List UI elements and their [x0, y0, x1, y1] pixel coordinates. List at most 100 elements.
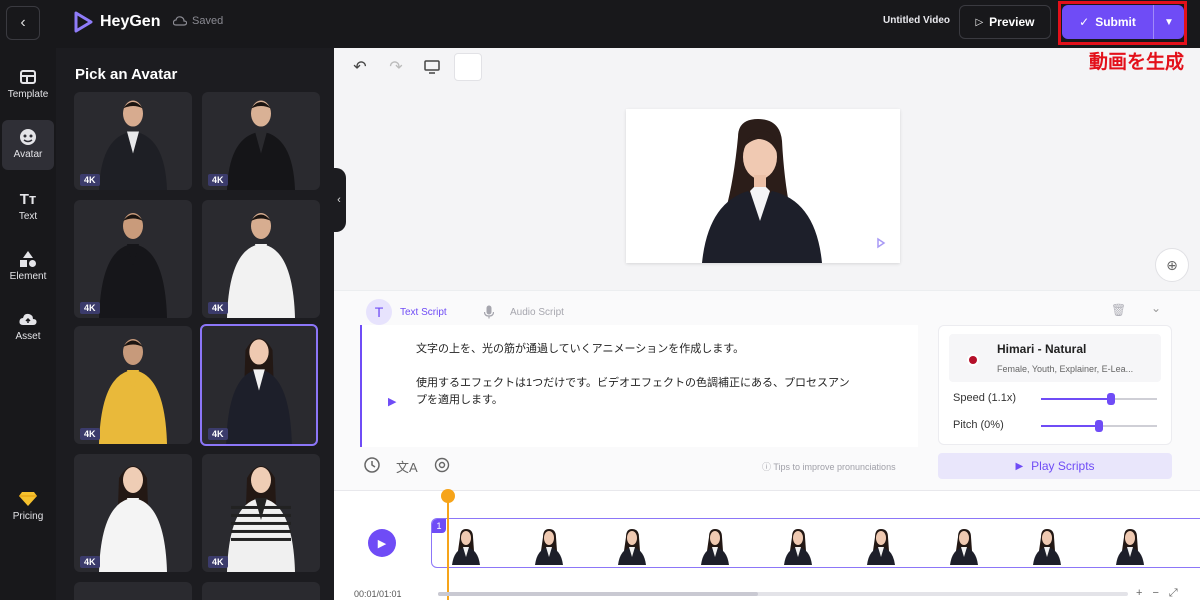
check-icon: ✓ — [1079, 15, 1090, 29]
avatar-tile[interactable]: 4K — [202, 454, 320, 572]
pitch-slider-fill — [1041, 425, 1099, 427]
template-icon — [19, 68, 37, 86]
timecode: 00:01/01:01 — [354, 589, 402, 599]
speed-slider-knob[interactable] — [1106, 393, 1115, 405]
avatar-tile[interactable] — [202, 582, 320, 600]
tab-text-script[interactable]: T Text Script — [366, 299, 447, 325]
top-bar: ‹ HeyGen Saved Untitled Video ▷ Preview … — [0, 0, 1200, 48]
saved-status: Saved — [173, 15, 223, 27]
playhead-handle[interactable] — [441, 489, 455, 503]
timeline-thumbnail — [1027, 525, 1067, 565]
fit-icon[interactable]: ⤢ — [1169, 587, 1178, 600]
background-color-button[interactable] — [454, 53, 482, 81]
cloud-icon — [173, 16, 187, 26]
collapse-panel-button[interactable]: ‹ — [332, 168, 346, 232]
redo-button[interactable]: ↷ — [382, 53, 410, 81]
voice-selector[interactable]: Himari - Natural Female, Youth, Explaine… — [949, 334, 1161, 382]
rail-label: Pricing — [12, 511, 44, 522]
rail-item-avatar[interactable]: Avatar — [2, 120, 54, 170]
script-editor[interactable]: 文字の上を、光の筋が通過していくアニメーションを作成します。 使用するエフェクト… — [360, 325, 944, 447]
element-icon — [19, 250, 37, 268]
annotation-label: 動画を生成 — [1089, 51, 1185, 73]
submit-main[interactable]: ✓ Submit — [1062, 5, 1154, 39]
diamond-icon — [19, 490, 37, 508]
left-rail: Template Avatar Tт Text Element Asset Pr… — [0, 48, 56, 600]
rail-item-element[interactable]: Element — [0, 250, 56, 282]
speed-slider[interactable] — [1041, 393, 1157, 405]
rail-item-asset[interactable]: Asset — [0, 310, 56, 342]
timeline-play-button[interactable]: ▶ — [368, 529, 396, 557]
preview-button[interactable]: ▷ Preview — [959, 5, 1051, 39]
undo-icon: ↶ — [353, 59, 367, 76]
tab-audio-script[interactable]: Audio Script — [476, 299, 564, 325]
resolution-badge: 4K — [208, 556, 228, 568]
clip-number: 1 — [432, 519, 446, 533]
zoom-in-icon: ⊕ — [1166, 256, 1178, 273]
submit-dropdown[interactable]: ▼ — [1154, 5, 1184, 39]
avatar-tile[interactable]: 4K — [200, 324, 318, 446]
video-canvas[interactable] — [626, 109, 900, 263]
openai-icon[interactable] — [434, 457, 450, 476]
monitor-icon — [424, 60, 440, 74]
avatar-tile[interactable] — [74, 582, 192, 600]
undo-button[interactable]: ↶ — [346, 53, 374, 81]
resolution-badge: 4K — [208, 428, 228, 440]
voice-name: Himari - Natural — [997, 342, 1087, 356]
rail-item-template[interactable]: Template — [0, 68, 56, 100]
text-icon: Tт — [19, 190, 37, 208]
saved-label: Saved — [192, 15, 224, 27]
avatar-tile[interactable]: 4K — [202, 92, 320, 190]
submit-button[interactable]: ✓ Submit ▼ — [1062, 5, 1184, 39]
speed-label: Speed (1.1x) — [953, 392, 1016, 404]
aspect-ratio-button[interactable] — [418, 53, 446, 81]
logo: HeyGen — [72, 10, 160, 34]
submit-label: Submit — [1095, 15, 1136, 29]
rail-label: Avatar — [13, 149, 43, 160]
resolution-badge: 4K — [80, 556, 100, 568]
avatar-tile[interactable]: 4K — [74, 200, 192, 318]
tab-label: Text Script — [400, 306, 447, 318]
play-scripts-button[interactable]: ▶ Play Scripts — [938, 453, 1172, 479]
rail-label: Text — [18, 211, 38, 222]
rail-label: Template — [7, 89, 49, 100]
plus-icon[interactable]: + — [1136, 587, 1142, 600]
clock-icon[interactable] — [364, 457, 380, 476]
avatar-tile[interactable]: 4K — [74, 326, 192, 444]
voice-description: Female, Youth, Explainer, E-Lea... — [997, 364, 1134, 374]
pitch-label: Pitch (0%) — [953, 419, 1004, 431]
back-button[interactable]: ‹ — [6, 6, 40, 40]
play-icon: ▶ — [1015, 460, 1024, 472]
video-title[interactable]: Untitled Video — [883, 15, 950, 26]
timeline-clip[interactable]: 1 — [431, 518, 1200, 568]
redo-icon: ↷ — [389, 59, 403, 76]
timeline-thumbnail — [529, 525, 569, 565]
timeline-thumbnail — [612, 525, 652, 565]
avatar-tile[interactable]: 4K — [202, 200, 320, 318]
pitch-slider-knob[interactable] — [1095, 420, 1103, 432]
play-icon: ▶ — [377, 537, 387, 550]
timeline-scrollbar[interactable] — [438, 592, 1128, 596]
play-line-icon[interactable]: ▶ — [388, 395, 396, 408]
rail-item-pricing[interactable]: Pricing — [0, 490, 56, 522]
avatar-tile[interactable]: 4K — [74, 454, 192, 572]
tips-label: Tips to improve pronunciations — [773, 462, 896, 472]
pronunciation-tips-link[interactable]: ⓘ Tips to improve pronunciations — [762, 460, 896, 473]
app-name: HeyGen — [100, 13, 161, 30]
minus-icon[interactable]: − — [1152, 587, 1158, 600]
timeline-thumbnail — [944, 525, 984, 565]
timeline-scroll-thumb[interactable] — [438, 592, 758, 596]
timeline-thumbnail — [695, 525, 735, 565]
timeline: ▶ 1 00:01/01:01 + − ⤢ — [334, 489, 1200, 600]
script-line: 文字の上を、光の筋が通過していくアニメーションを作成します。 — [416, 343, 745, 355]
avatar-tile[interactable]: 4K — [74, 92, 192, 190]
pitch-slider[interactable] — [1041, 420, 1157, 432]
chevron-down-icon[interactable]: ⌄ — [1151, 301, 1161, 315]
asset-icon — [19, 310, 37, 328]
zoom-in-button[interactable]: ⊕ — [1155, 248, 1189, 282]
playhead[interactable] — [447, 491, 449, 600]
trash-icon[interactable]: 🗑 — [1111, 303, 1126, 317]
rail-label: Element — [9, 271, 47, 282]
translate-icon[interactable]: 文A — [396, 457, 418, 476]
rail-item-text[interactable]: Tт Text — [0, 190, 56, 223]
avatar-preview-image — [702, 119, 886, 263]
